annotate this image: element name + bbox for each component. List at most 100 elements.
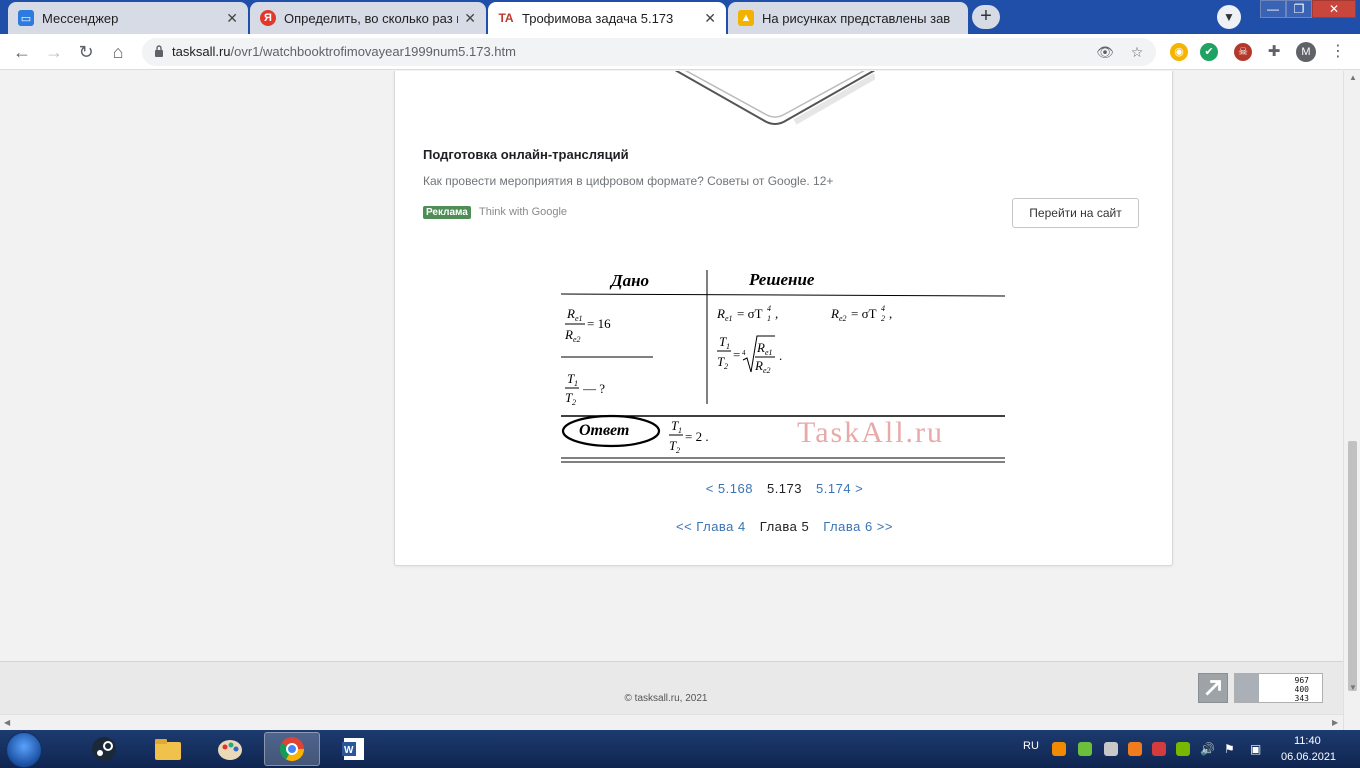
ad-title[interactable]: Подготовка онлайн-трансляций — [423, 147, 629, 162]
back-icon[interactable]: ← — [10, 40, 34, 64]
page-footer: © tasksall.ru, 2021 967 400 343 — [0, 661, 1343, 715]
scroll-right-icon[interactable]: ▶ — [1332, 718, 1338, 727]
window-controls: — ❐ ✕ — [1260, 0, 1356, 18]
tab-title: Трофимова задача 5.173 — [522, 10, 674, 26]
counter-bars-icon — [1235, 674, 1259, 702]
taskbar-steam-icon[interactable] — [76, 732, 132, 766]
tab-yandex[interactable]: Я Определить, во сколько раз нес ✕ — [250, 2, 486, 34]
tab-images[interactable]: ▲ На рисунках представлены зав — [728, 2, 968, 34]
tab-messenger[interactable]: ▭ Мессенджер ✕ — [8, 2, 248, 34]
url-text[interactable]: tasksall.ru/ovr1/watchbooktrofimovayear1… — [172, 44, 516, 59]
svg-text:e1: e1 — [765, 348, 773, 357]
svg-text:2: 2 — [572, 398, 576, 407]
menu-kebab-icon[interactable]: ⋮ — [1330, 42, 1346, 62]
restore-button[interactable]: ❐ — [1286, 0, 1312, 18]
chapter-navigation: << Глава 4 Глава 5 Глава 6 >> — [395, 519, 1174, 534]
counter-arrow-badge[interactable] — [1198, 673, 1228, 703]
svg-text:e2: e2 — [763, 366, 771, 375]
svg-text:1: 1 — [574, 379, 578, 388]
tracking-protection-icon[interactable]: 👁 — [1096, 43, 1114, 61]
next-chapter-link[interactable]: Глава 6 >> — [823, 519, 893, 534]
tray-nvidia-icon[interactable] — [1176, 742, 1190, 756]
start-button[interactable] — [6, 732, 42, 768]
close-icon[interactable]: ✕ — [464, 10, 476, 27]
tray-app-icon[interactable] — [1128, 742, 1142, 756]
solution-header: Решение — [748, 270, 815, 289]
prev-task-link[interactable]: < 5.168 — [706, 481, 753, 496]
svg-text:R: R — [564, 327, 573, 342]
tray-usb-icon[interactable] — [1104, 742, 1118, 756]
svg-text:e1: e1 — [725, 314, 733, 323]
tab-title: На рисунках представлены зав — [762, 10, 951, 26]
scroll-up-icon[interactable]: ▲ — [1349, 73, 1357, 82]
browser-toolbar: ← → ↻ ⌂ tasksall.ru/ovr1/watchbooktrofim… — [0, 34, 1360, 70]
solution-image: Дано Решение Re1 Re2 = 16 T1 T2 — ? Re1 — [561, 270, 1006, 463]
svg-text:R: R — [830, 306, 839, 321]
minimize-button[interactable]: — — [1260, 0, 1286, 18]
bookmark-star-icon[interactable]: ☆ — [1128, 43, 1146, 61]
taskall-icon: TA — [498, 11, 514, 25]
given-question: T1 T2 — ? — [565, 371, 605, 407]
extension-pirate-icon[interactable]: ☠ — [1234, 43, 1252, 61]
ad-source: Think with Google — [479, 206, 568, 218]
image-icon: ▲ — [738, 10, 754, 26]
prev-chapter-link[interactable]: << Глава 4 — [676, 519, 746, 534]
avatar[interactable]: M — [1296, 42, 1316, 62]
svg-text:=: = — [733, 347, 740, 362]
volume-icon[interactable]: 🔊 — [1200, 742, 1215, 756]
svg-text:= σT: = σT — [737, 306, 763, 321]
tab-search-icon[interactable]: ▼ — [1217, 5, 1241, 29]
window-close-button[interactable]: ✕ — [1312, 0, 1356, 18]
scroll-down-icon[interactable]: ▼ — [1349, 683, 1357, 692]
svg-text:.: . — [779, 348, 782, 363]
liveinternet-counter[interactable]: 967 400 343 — [1234, 673, 1323, 703]
taskbar-word-icon[interactable]: W — [326, 732, 382, 766]
svg-text:= σT: = σT — [851, 306, 877, 321]
horizontal-scrollbar[interactable]: ◀ ▶ — [0, 714, 1343, 730]
scrollbar-thumb[interactable] — [1348, 441, 1357, 691]
clock-date[interactable]: 06.06.2021 — [1281, 751, 1336, 763]
ad-visit-site-button[interactable]: Перейти на сайт — [1012, 198, 1139, 228]
forward-icon[interactable]: → — [42, 40, 66, 64]
tab-title: Мессенджер — [42, 10, 119, 26]
tray-security-icon[interactable] — [1152, 742, 1166, 756]
extension-owl-icon[interactable]: ◉ — [1170, 43, 1188, 61]
close-icon[interactable]: ✕ — [226, 10, 238, 27]
language-indicator[interactable]: RU — [1023, 740, 1039, 752]
vertical-scrollbar[interactable]: ▲ ▼ — [1343, 71, 1360, 730]
scroll-left-icon[interactable]: ◀ — [4, 718, 10, 727]
flag-icon[interactable]: ⚑ — [1224, 742, 1238, 756]
taskbar-paint-icon[interactable] — [202, 732, 258, 766]
new-tab-button[interactable]: + — [972, 5, 1000, 29]
svg-text:e2: e2 — [573, 335, 581, 344]
copyright-text: © tasksall.ru, 2021 — [624, 693, 708, 704]
home-icon[interactable]: ⌂ — [106, 40, 130, 64]
network-icon[interactable]: ▣ — [1250, 742, 1264, 756]
ad-badge: Реклама — [423, 206, 471, 219]
taskbar-chrome-icon[interactable] — [264, 732, 320, 766]
messenger-icon: ▭ — [18, 10, 34, 26]
ad-illustration — [675, 71, 875, 125]
answer-formula: T1 T2 = 2 . — [669, 418, 709, 455]
given-ratio-value: = 16 — [587, 316, 611, 331]
watermark: TaskAll.ru — [797, 416, 944, 449]
page-viewport: Подготовка онлайн-трансляций Как провест… — [0, 71, 1343, 715]
extension-shield-icon[interactable]: ✔ — [1200, 43, 1218, 61]
close-icon[interactable]: ✕ — [704, 10, 716, 27]
next-task-link[interactable]: 5.174 > — [816, 481, 863, 496]
tab-strip: ▭ Мессенджер ✕ Я Определить, во сколько … — [0, 0, 1360, 34]
tray-avast-icon[interactable] — [1052, 742, 1066, 756]
svg-text:1: 1 — [678, 426, 682, 435]
clock-time[interactable]: 11:40 — [1294, 735, 1321, 747]
svg-text:W: W — [344, 745, 354, 756]
lock-icon — [155, 45, 163, 57]
reload-icon[interactable]: ↻ — [74, 40, 98, 64]
address-bar[interactable]: tasksall.ru/ovr1/watchbooktrofimovayear1… — [142, 38, 1156, 66]
extensions-puzzle-icon[interactable]: ✚ — [1265, 43, 1283, 61]
answer-value: = 2 . — [685, 429, 709, 444]
tray-update-icon[interactable] — [1078, 742, 1092, 756]
stefan-boltzmann-formulas: Re1 = σT 14 , Re2 = σT 24 , T1 T2 = 4 Re1 … — [716, 304, 892, 375]
taskbar-explorer-icon[interactable] — [140, 732, 196, 766]
svg-text:R: R — [566, 306, 575, 321]
tab-trofimova[interactable]: TA Трофимова задача 5.173 ✕ — [488, 2, 726, 34]
